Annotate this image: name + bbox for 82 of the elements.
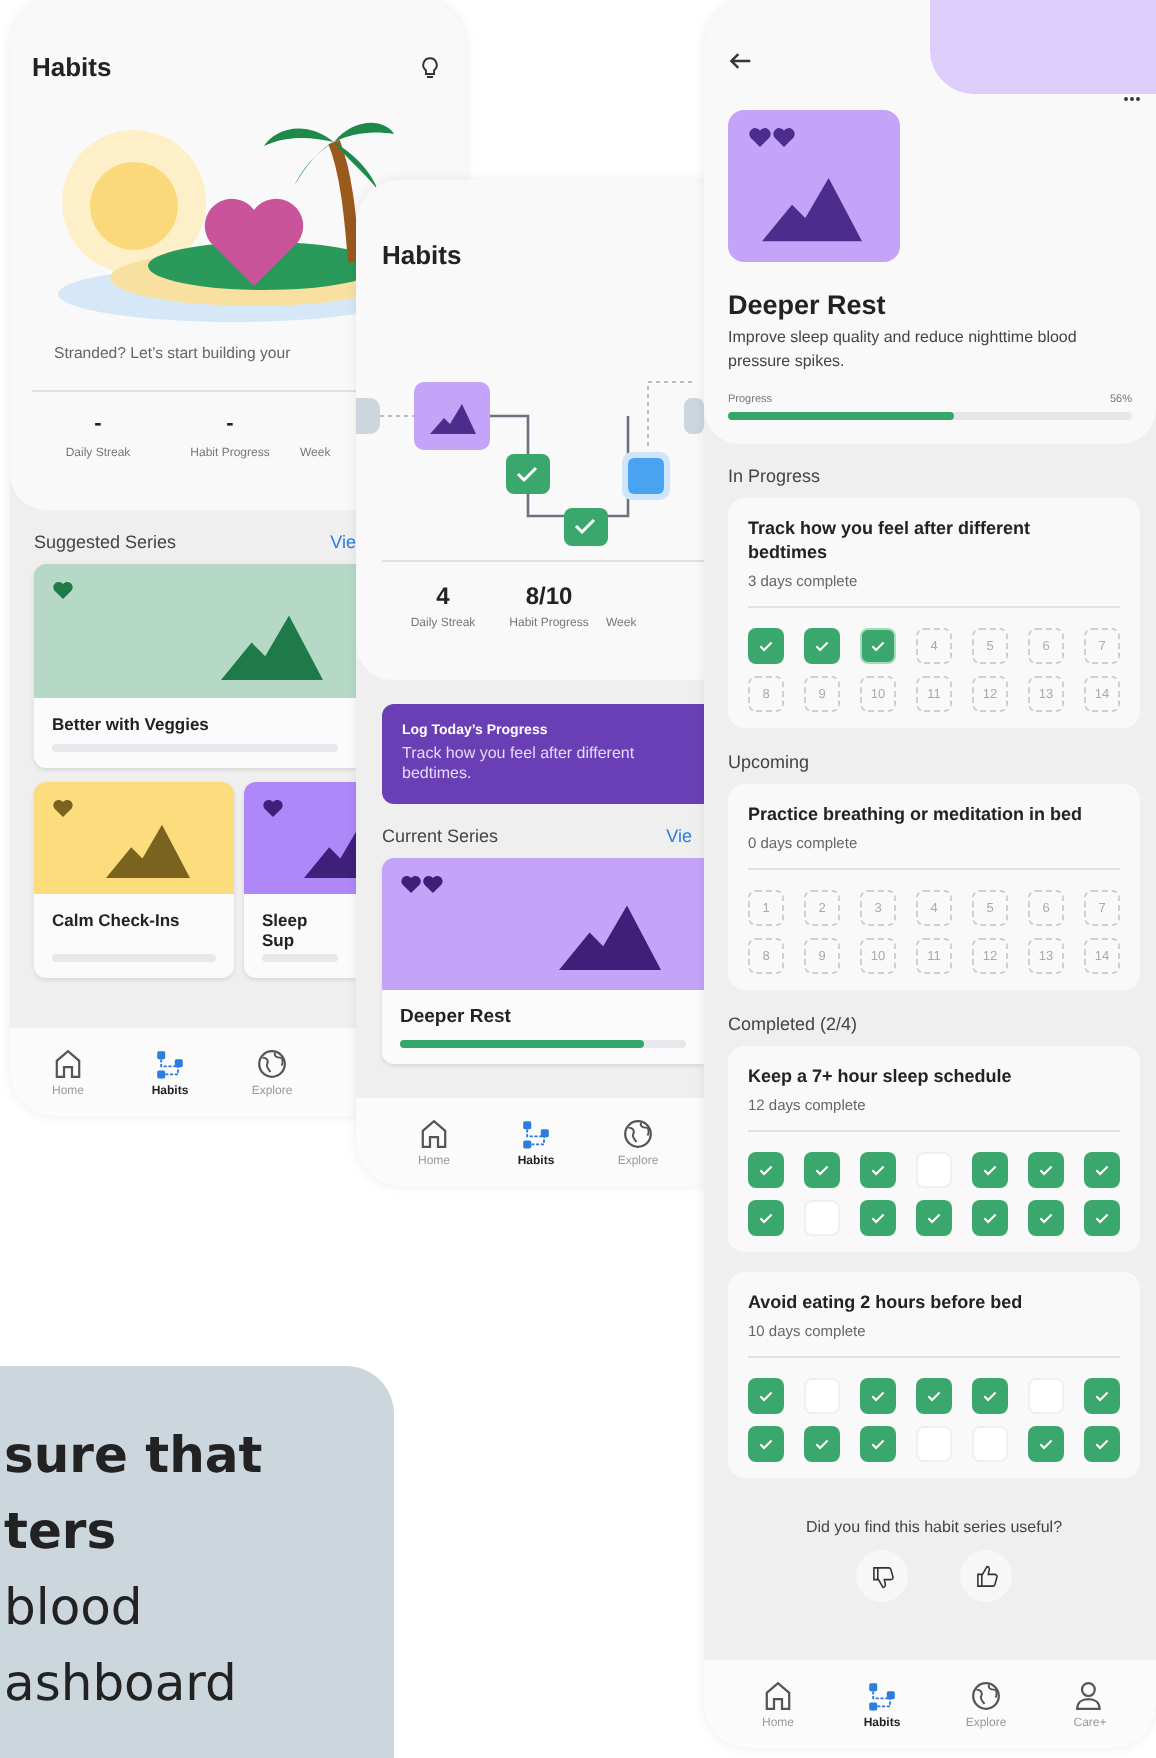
check-icon [870, 1162, 886, 1178]
series-card[interactable]: Sleep Sup [244, 782, 356, 978]
person-icon [1074, 1679, 1106, 1711]
globe-icon [256, 1047, 288, 1079]
callout-text: blood [2, 1576, 145, 1640]
mountain-icon [762, 174, 862, 242]
globe-icon [970, 1679, 1002, 1711]
heart-icon [52, 798, 74, 818]
more-icon[interactable] [1122, 96, 1142, 102]
view-link[interactable]: Vie [330, 532, 356, 552]
heart-icon [52, 580, 74, 600]
screen-title: Habits [382, 240, 464, 270]
check-icon [870, 1388, 886, 1404]
back-arrow-icon[interactable] [728, 52, 752, 70]
series-card[interactable]: Better with Veggies [34, 564, 356, 768]
habit-title: Track how you feel after different bedtimes [748, 516, 1033, 564]
series-card[interactable]: Calm Check-Ins [34, 782, 234, 978]
section-heading: Current Series [382, 826, 499, 846]
section-heading: Suggested Series [34, 532, 177, 552]
series-title: Better with Veggies [52, 714, 211, 734]
check-icon [814, 1162, 830, 1178]
thumbs-up-button[interactable] [960, 1550, 1012, 1602]
heart-icon [262, 798, 284, 818]
thumbs-down-button[interactable] [856, 1550, 908, 1602]
stat-value: 8/10 [525, 582, 573, 610]
stat-value: 4 [436, 582, 450, 610]
habit-title: Keep a 7+ hour sleep schedule [748, 1064, 1014, 1088]
lightbulb-icon[interactable] [418, 55, 442, 79]
view-link[interactable]: Vie [666, 826, 692, 846]
thumbs-down-icon [869, 1563, 895, 1589]
check-icon [758, 638, 774, 654]
nodes-icon [520, 1117, 552, 1149]
series-title: Deeper Rest [400, 1006, 513, 1028]
habit-title: Practice breathing or meditation in bed [748, 802, 1085, 826]
check-icon [1094, 1436, 1110, 1452]
check-icon [1038, 1162, 1054, 1178]
screen-title: Habits [32, 52, 112, 82]
callout-text: ters [2, 1500, 119, 1564]
series-title: Calm Check-Ins [52, 910, 182, 934]
check-icon [1038, 1436, 1054, 1452]
mountain-icon [106, 822, 190, 878]
callout-text: ashboard [2, 1652, 239, 1716]
check-icon [982, 1210, 998, 1226]
series-title: Sleep Sup [262, 910, 310, 954]
check-icon [758, 1210, 774, 1226]
check-icon [758, 1388, 774, 1404]
check-icon [982, 1162, 998, 1178]
home-icon [418, 1117, 450, 1149]
banner-text: Track how you feel after different bedtimes. [402, 744, 637, 784]
section-heading: In Progress [728, 466, 823, 486]
check-icon [758, 1162, 774, 1178]
check-icon [1094, 1388, 1110, 1404]
check-icon [982, 1388, 998, 1404]
nodes-icon [866, 1679, 898, 1711]
check-icon [1094, 1210, 1110, 1226]
check-icon [926, 1210, 942, 1226]
globe-icon [622, 1117, 654, 1149]
hearts-icon [748, 126, 796, 148]
nodes-icon [154, 1047, 186, 1079]
check-icon [926, 1388, 942, 1404]
section-heading: Completed (2/4) [728, 1014, 860, 1034]
hearts-icon [400, 874, 444, 894]
callout-text: sure that [2, 1424, 265, 1488]
section-heading: Upcoming [728, 752, 812, 772]
check-icon [1094, 1162, 1110, 1178]
home-icon [762, 1679, 794, 1711]
check-icon [870, 1210, 886, 1226]
check-icon [870, 1436, 886, 1452]
check-icon [758, 1436, 774, 1452]
thumbs-up-icon [973, 1563, 999, 1589]
check-icon [870, 638, 886, 654]
home-icon [52, 1047, 84, 1079]
stat-value: - [94, 412, 102, 440]
series-title: Deeper Rest [728, 290, 888, 320]
check-icon [814, 638, 830, 654]
feedback-question: Did you find this habit series useful? [803, 1518, 1065, 1536]
check-icon [1038, 1210, 1054, 1226]
habit-title: Avoid eating 2 hours before bed [748, 1290, 1025, 1314]
check-icon [814, 1436, 830, 1452]
series-description: Improve sleep quality and reduce nighttime blood pressure spikes. [728, 326, 1079, 374]
series-card[interactable]: Deeper Rest [382, 858, 704, 1064]
stat-value: - [226, 412, 234, 440]
